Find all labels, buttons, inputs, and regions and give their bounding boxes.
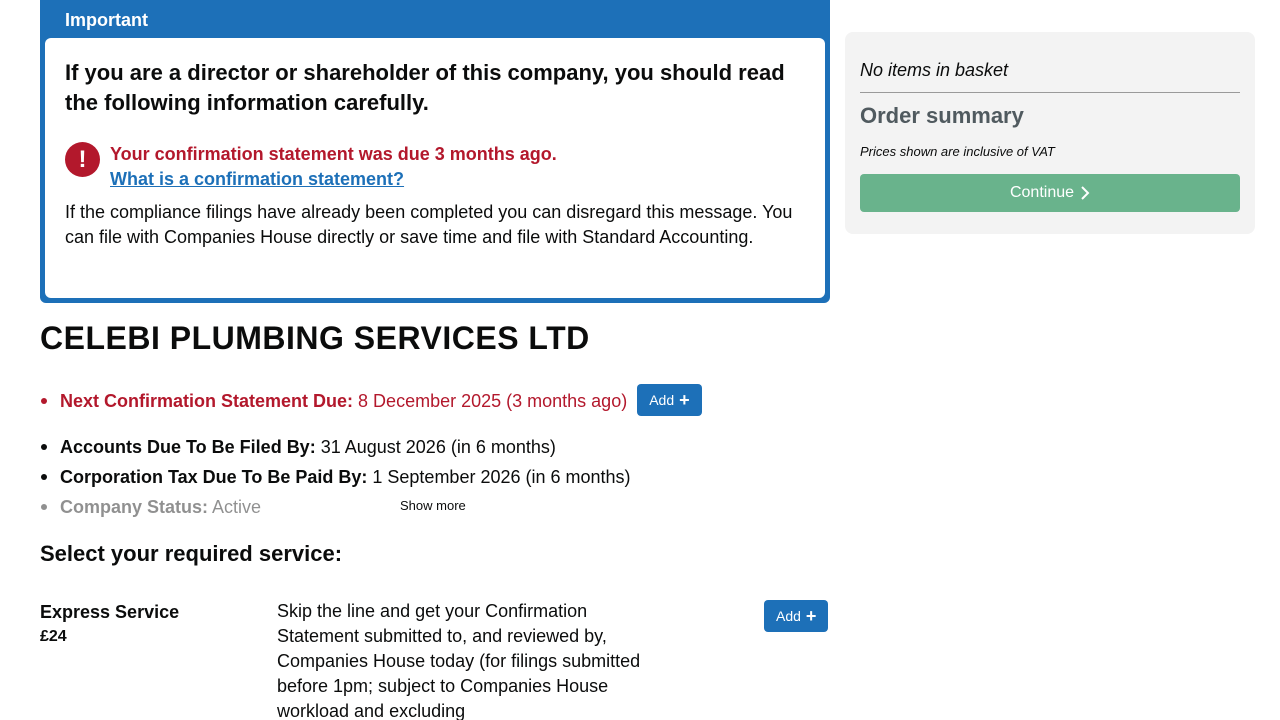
summary-divider bbox=[860, 92, 1240, 93]
chevron-right-icon bbox=[1081, 186, 1090, 200]
continue-button[interactable]: Continue bbox=[860, 174, 1240, 212]
warning-text: Your confirmation statement was due 3 mo… bbox=[110, 144, 557, 164]
banner-body: If you are a director or shareholder of … bbox=[45, 38, 825, 298]
banner-header: Important bbox=[65, 10, 148, 30]
detail-accounts-due: Accounts Due To Be Filed By: 31 August 2… bbox=[40, 432, 830, 462]
basket-empty-message: No items in basket bbox=[860, 60, 1009, 80]
add-confirmation-button[interactable]: Add + bbox=[637, 384, 702, 417]
detail-confirmation-statement: Next Confirmation Statement Due: 8 Decem… bbox=[40, 384, 830, 432]
service-price: £24 bbox=[40, 628, 67, 645]
service-name: Express Service bbox=[40, 602, 180, 622]
detail-label: Accounts Due To Be Filed By: bbox=[60, 437, 316, 457]
vat-note: Prices shown are inclusive of VAT bbox=[860, 144, 1055, 159]
banner-heading: If you are a director or shareholder of … bbox=[65, 60, 785, 115]
detail-corporation-tax: Corporation Tax Due To Be Paid By: 1 Sep… bbox=[40, 462, 830, 492]
show-more-button[interactable]: Show more bbox=[400, 498, 466, 513]
order-summary-title: Order summary bbox=[860, 103, 1024, 128]
detail-label: Corporation Tax Due To Be Paid By: bbox=[60, 467, 368, 487]
detail-value: 1 September 2026 (in 6 months) bbox=[372, 467, 631, 487]
important-banner: Important If you are a director or share… bbox=[40, 0, 830, 303]
exclamation-icon: ! bbox=[65, 142, 100, 177]
service-description: Skip the line and get your Confirmation … bbox=[277, 601, 641, 720]
detail-value: 31 August 2026 (in 6 months) bbox=[320, 437, 556, 457]
select-service-heading: Select your required service: bbox=[40, 541, 343, 566]
banner-paragraph: If the compliance filings have already b… bbox=[65, 202, 793, 247]
add-button-label: Add bbox=[649, 392, 675, 409]
add-button-label: Add bbox=[776, 608, 801, 624]
confirmation-statement-info-link[interactable]: What is a confirmation statement? bbox=[110, 167, 805, 192]
detail-value: Active bbox=[212, 497, 262, 517]
plus-icon: + bbox=[679, 390, 690, 411]
company-name: CELEBI PLUMBING SERVICES LTD bbox=[40, 320, 590, 356]
detail-label: Next Confirmation Statement Due: bbox=[60, 391, 354, 411]
add-express-service-button[interactable]: Add + bbox=[764, 600, 829, 632]
order-summary-panel: No items in basket Order summary Prices … bbox=[845, 32, 1255, 234]
detail-label: Company Status: bbox=[60, 497, 209, 517]
plus-icon: + bbox=[805, 606, 817, 626]
warning-row: ! Your confirmation statement was due 3 … bbox=[65, 142, 805, 192]
continue-label: Continue bbox=[1009, 184, 1075, 201]
detail-value: 8 December 2025 (3 months ago) bbox=[358, 391, 628, 411]
